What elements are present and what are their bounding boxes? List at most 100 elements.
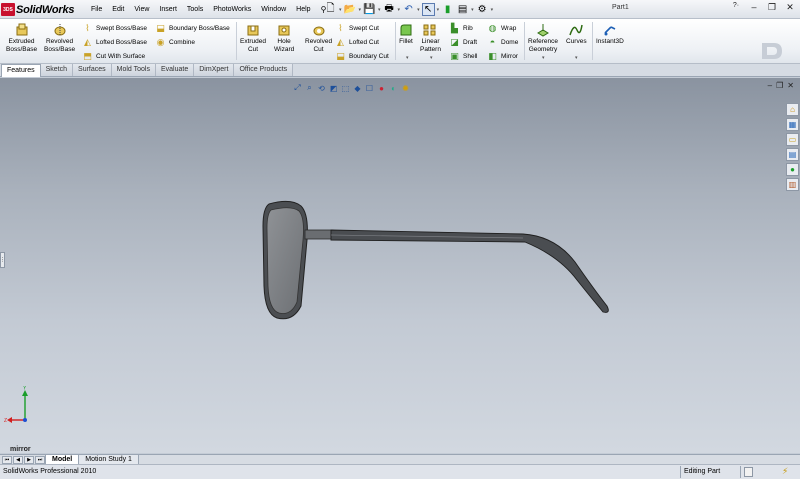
lofted-cut-button[interactable]: ◭ Lofted Cut <box>335 36 379 48</box>
boundary-boss-button[interactable]: ⬓ Boundary Boss/Base <box>155 22 229 34</box>
menu-edit[interactable]: Edit <box>107 6 129 13</box>
mirror-button[interactable]: ◧ Mirror <box>487 50 518 62</box>
help-search-icon[interactable]: ?· <box>730 2 742 13</box>
extruded-boss-button[interactable]: Extruded Boss/Base <box>6 23 37 54</box>
select-icon[interactable]: ↖ <box>421 3 435 16</box>
print-dropdown[interactable]: ▾ <box>398 7 401 13</box>
custom-properties-icon[interactable]: ▥ <box>786 178 799 191</box>
view-settings-icon[interactable]: ✺ <box>400 83 411 94</box>
fillet-dropdown[interactable]: ▾ <box>406 55 409 61</box>
minimize-icon[interactable]: – <box>748 2 760 13</box>
tab-evaluate[interactable]: Evaluate <box>156 64 195 76</box>
menu-view[interactable]: View <box>129 6 154 13</box>
restore-icon[interactable]: ❐ <box>766 2 778 13</box>
tab-surfaces[interactable]: Surfaces <box>73 64 112 76</box>
select-dropdown[interactable]: ▾ <box>437 7 440 13</box>
menu-window[interactable]: Window <box>256 6 291 13</box>
tab-dimxpert[interactable]: DimXpert <box>194 64 235 76</box>
units-icon[interactable] <box>744 467 753 477</box>
appearances-icon[interactable]: ● <box>786 163 799 176</box>
menu-insert[interactable]: Insert <box>154 6 182 13</box>
open-dropdown[interactable]: ▾ <box>359 7 362 13</box>
apply-scene-icon[interactable]: ◐ <box>388 83 399 94</box>
resources-icon[interactable]: ⌂ <box>786 103 799 116</box>
hole-wizard-button[interactable]: Hole Wizard <box>274 23 294 54</box>
curves-dropdown[interactable]: ▾ <box>575 55 578 61</box>
lofted-boss-button[interactable]: ◭ Lofted Boss/Base <box>82 36 147 48</box>
reference-geometry-dropdown[interactable]: ▾ <box>542 55 545 61</box>
wrap-button[interactable]: ◍ Wrap <box>487 22 517 34</box>
previous-view-icon[interactable]: ⟲ <box>316 83 327 94</box>
display-style-icon[interactable]: ◆ <box>352 83 363 94</box>
hide-show-icon[interactable]: ☐ <box>364 83 375 94</box>
viewport-restore-icon[interactable]: ❐ <box>776 81 783 90</box>
extruded-cut-button[interactable]: Extruded Cut <box>240 23 266 54</box>
open-icon[interactable]: 📂 <box>344 3 357 16</box>
instant3d-button[interactable]: Instant3D <box>596 23 624 46</box>
view-palette-icon[interactable]: ▤ <box>786 148 799 161</box>
first-tab-icon[interactable]: ⏮ <box>2 455 12 464</box>
design-library-icon[interactable]: ▦ <box>786 118 799 131</box>
close-icon[interactable]: ✕ <box>784 2 796 13</box>
viewport-minimize-icon[interactable]: – <box>768 81 772 90</box>
tab-motion-study-1[interactable]: Motion Study 1 <box>78 454 139 465</box>
graphics-area[interactable]: ⤢ ⌕ ⟲ ◩ ⬚ ◆ ☐ ● ◐ ✺ – ❐ ✕ ⌂ ▦ ▭ ▤ ● ▥ ⋮ <box>0 78 800 453</box>
hole-wizard-icon <box>277 23 291 37</box>
prev-tab-icon[interactable]: ◀ <box>13 455 23 464</box>
file-properties-icon[interactable]: ▤ <box>456 3 469 16</box>
curves-button[interactable]: Curves <box>566 23 587 46</box>
rib-button[interactable]: ▙ Rib <box>449 22 473 34</box>
save-dropdown[interactable]: ▾ <box>378 7 381 13</box>
rebuild-status-icon[interactable]: ⚡ <box>782 466 794 478</box>
tab-sketch[interactable]: Sketch <box>40 64 74 76</box>
section-view-icon[interactable]: ◩ <box>328 83 339 94</box>
menu-help[interactable]: Help <box>291 6 315 13</box>
revolved-boss-button[interactable]: Revolved Boss/Base <box>44 23 75 54</box>
last-tab-icon[interactable]: ⏭ <box>35 455 45 464</box>
undo-dropdown[interactable]: ▾ <box>417 7 420 13</box>
menu-tools[interactable]: Tools <box>182 6 208 13</box>
fillet-button[interactable]: Fillet <box>399 23 413 46</box>
dome-button[interactable]: ◓ Dome <box>487 36 519 48</box>
zoom-to-area-icon[interactable]: ⌕ <box>304 83 315 94</box>
options-icon[interactable]: ⚙ <box>476 3 489 16</box>
edit-appearance-icon[interactable]: ● <box>376 83 387 94</box>
swept-cut-button[interactable]: ⌇ Swept Cut <box>335 22 379 34</box>
reference-geometry-button[interactable]: Reference Geometry <box>528 23 558 54</box>
new-icon[interactable]: 🗋 <box>324 3 337 16</box>
solidworks-logo[interactable]: 3DS SolidWorks <box>1 1 83 18</box>
tab-mold-tools[interactable]: Mold Tools <box>111 64 156 76</box>
combine-label: Combine <box>169 38 196 46</box>
next-tab-icon[interactable]: ▶ <box>24 455 34 464</box>
menu-file[interactable]: File <box>86 6 107 13</box>
new-dropdown[interactable]: ▾ <box>339 7 342 13</box>
hole-wizard-label: Hole Wizard <box>274 38 295 53</box>
print-icon[interactable]: 🖶 <box>383 3 396 16</box>
boundary-cut-button[interactable]: ⬓ Boundary Cut <box>335 50 389 62</box>
file-explorer-icon[interactable]: ▭ <box>786 133 799 146</box>
rebuild-icon[interactable]: ▮ <box>441 3 454 16</box>
draft-button[interactable]: ◪ Draft <box>449 36 477 48</box>
shell-button[interactable]: ▣ Shell <box>449 50 477 62</box>
feature-manager-toggle[interactable]: ⋮ <box>0 252 5 268</box>
cut-with-surface-button[interactable]: ⬒ Cut With Surface <box>82 50 145 62</box>
linear-pattern-button[interactable]: Linear Pattern <box>420 23 441 54</box>
viewport-close-icon[interactable]: ✕ <box>787 81 794 90</box>
tab-office-products[interactable]: Office Products <box>234 64 294 76</box>
wrap-label: Wrap <box>501 24 517 32</box>
properties-dropdown[interactable]: ▾ <box>471 7 474 13</box>
linear-pattern-icon <box>423 23 437 37</box>
options-dropdown[interactable]: ▾ <box>491 7 494 13</box>
combine-button[interactable]: ◉ Combine <box>155 36 195 48</box>
linear-pattern-dropdown[interactable]: ▾ <box>430 55 433 61</box>
swept-boss-button[interactable]: ⌇ Swept Boss/Base <box>82 22 147 34</box>
revolved-cut-button[interactable]: Revolved Cut <box>305 23 332 54</box>
sunglasses-model[interactable] <box>255 196 615 326</box>
tab-features[interactable]: Features <box>1 64 41 77</box>
tab-model[interactable]: Model <box>45 454 80 465</box>
undo-icon[interactable]: ↶ <box>402 3 415 16</box>
save-icon[interactable]: 💾 <box>363 3 376 16</box>
zoom-to-fit-icon[interactable]: ⤢ <box>292 83 303 94</box>
menu-photoworks[interactable]: PhotoWorks <box>208 6 256 13</box>
view-orientation-icon[interactable]: ⬚ <box>340 83 351 94</box>
